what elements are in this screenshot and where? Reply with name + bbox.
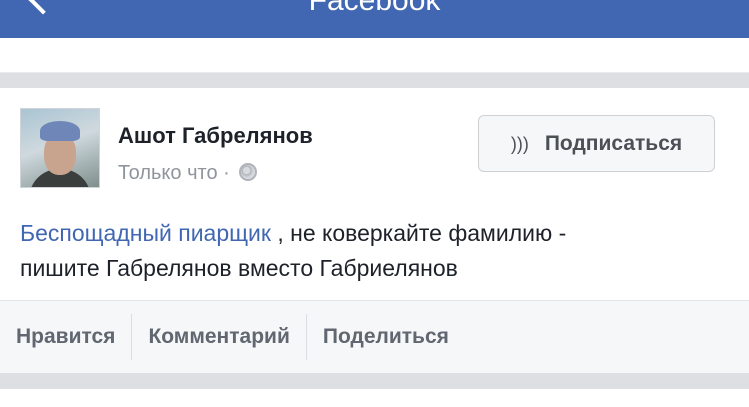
like-button[interactable]: Нравится — [0, 314, 133, 360]
post-timestamp[interactable]: Только что — [118, 162, 218, 184]
page: Facebook Ашот Габрелянов Только что · ))… — [0, 0, 749, 407]
feed-separator-top — [0, 72, 749, 88]
share-button[interactable]: Поделиться — [307, 314, 465, 360]
post-text-line2: пишите Габрелянов вместо Габриелянов — [20, 255, 458, 281]
post-text: Беспощадный пиарщик , не коверкайте фами… — [20, 216, 729, 286]
mention-link[interactable]: Беспощадный пиарщик — [20, 220, 271, 246]
post-actions-bar: Нравится Комментарий Поделиться — [0, 300, 749, 373]
comment-button[interactable]: Комментарий — [132, 314, 307, 360]
avatar[interactable] — [20, 108, 100, 188]
post-text-line1: , не коверкайте фамилию - — [277, 220, 567, 246]
globe-icon — [239, 163, 258, 181]
author-name[interactable]: Ашот Габрелянов — [118, 122, 313, 150]
top-navbar: Facebook — [0, 0, 749, 38]
next-post-edge — [0, 389, 749, 407]
post-meta: Только что · — [118, 160, 258, 186]
avatar-flower-crown — [40, 121, 80, 141]
feed-separator-bottom — [0, 373, 749, 389]
rss-icon: ))) — [510, 133, 529, 154]
nav-title: Facebook — [308, 0, 441, 17]
post-card: Ашот Габрелянов Только что · ))) Подписа… — [0, 88, 749, 373]
subscribe-button-label: Подписаться — [544, 131, 683, 155]
meta-separator: · — [223, 162, 230, 184]
subscribe-button[interactable]: ))) Подписаться — [478, 115, 715, 172]
header-spacer — [0, 38, 749, 72]
